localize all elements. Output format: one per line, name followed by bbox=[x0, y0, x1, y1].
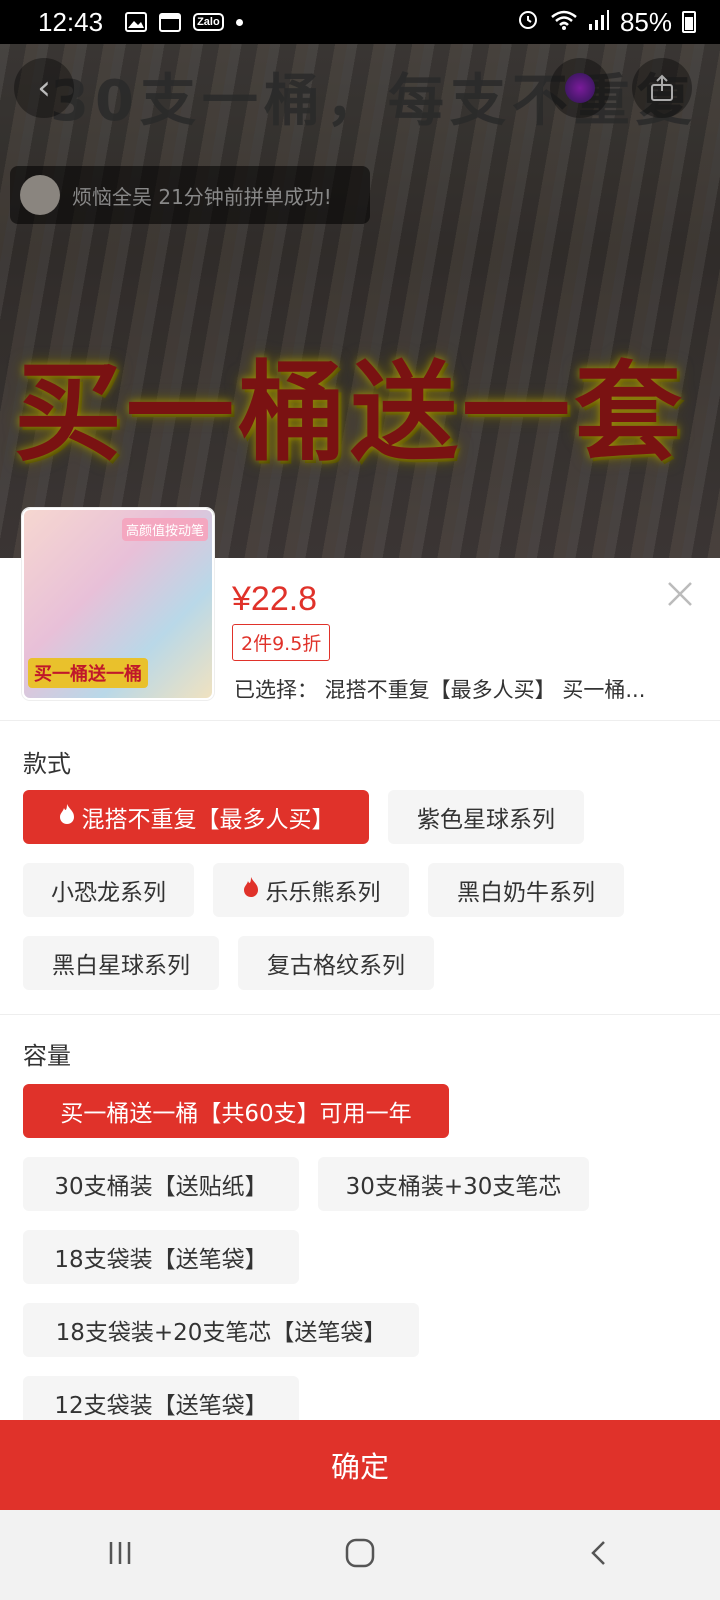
style-option-mixed[interactable]: 混搭不重复【最多人买】 bbox=[23, 790, 369, 844]
share-button[interactable] bbox=[632, 58, 692, 118]
style-option-purple-planet[interactable]: 紫色星球系列 bbox=[388, 790, 584, 844]
capacity-option-30-bucket-refill[interactable]: 30支桶装+30支笔芯 bbox=[318, 1157, 589, 1211]
option-label: 黑白星球系列 bbox=[52, 953, 190, 979]
thumbnail-tag: 高颜值按动笔 bbox=[121, 518, 208, 541]
alarm-icon bbox=[516, 7, 540, 38]
divider bbox=[0, 720, 720, 721]
close-button[interactable] bbox=[660, 576, 700, 616]
home-button[interactable] bbox=[344, 1537, 376, 1573]
option-label: 混搭不重复【最多人买】 bbox=[81, 807, 335, 833]
group-buy-toast: 烦恼全吴 21分钟前拼单成功! bbox=[10, 166, 370, 224]
option-label: 18支袋装+20支笔芯【送笔袋】 bbox=[55, 1320, 387, 1346]
option-label: 复古格纹系列 bbox=[267, 953, 405, 979]
product-price: ¥22.8 bbox=[232, 580, 318, 618]
capacity-option-18-bag-refill[interactable]: 18支袋装+20支笔芯【送笔袋】 bbox=[23, 1303, 419, 1357]
product-image-backdrop: 30支一桶，每支不重复 买一桶送一套 ‹ 烦恼全吴 21分钟前拼单成功! bbox=[0, 44, 720, 558]
selected-summary: 已选择： 混搭不重复【最多人买】 买一桶... bbox=[234, 678, 646, 702]
system-navigation-bar bbox=[0, 1510, 720, 1600]
capacity-option-30-bucket[interactable]: 30支桶装【送贴纸】 bbox=[23, 1157, 299, 1211]
share-icon bbox=[651, 74, 673, 101]
more-notifications-icon bbox=[235, 18, 243, 26]
battery-icon bbox=[682, 11, 696, 33]
flame-icon bbox=[242, 876, 260, 904]
style-option-plaid[interactable]: 复古格纹系列 bbox=[238, 936, 434, 990]
back-nav-button[interactable] bbox=[585, 1538, 615, 1572]
hero-promo-text: 买一桶送一套 bbox=[14, 351, 687, 476]
capacity-option-buy-one-get-one[interactable]: 买一桶送一桶【共60支】可用一年 bbox=[23, 1084, 449, 1138]
style-option-dinosaur[interactable]: 小恐龙系列 bbox=[23, 863, 194, 917]
option-label: 乐乐熊系列 bbox=[265, 880, 381, 906]
recent-apps-icon bbox=[109, 1542, 130, 1564]
option-label: 30支桶装+30支笔芯 bbox=[345, 1174, 562, 1200]
option-label: 买一桶送一桶【共60支】可用一年 bbox=[60, 1101, 412, 1127]
calendar-notification-icon bbox=[159, 12, 182, 32]
gallery-notification-icon bbox=[125, 12, 148, 32]
zalo-notification-icon: Zalo bbox=[193, 13, 224, 31]
option-label: 30支桶装【送贴纸】 bbox=[54, 1174, 268, 1200]
option-label: 紫色星球系列 bbox=[417, 807, 555, 833]
toast-text: 烦恼全吴 21分钟前拼单成功! bbox=[72, 184, 332, 209]
style-option-cow[interactable]: 黑白奶牛系列 bbox=[428, 863, 624, 917]
close-icon bbox=[668, 582, 692, 606]
shop-logo-icon bbox=[565, 73, 595, 103]
chevron-left-icon: ‹ bbox=[37, 68, 51, 108]
capacity-option-18-bag[interactable]: 18支袋装【送笔袋】 bbox=[23, 1230, 299, 1284]
discount-badge: 2件9.5折 bbox=[232, 624, 331, 661]
battery-percent: 85% bbox=[619, 6, 672, 37]
option-label: 黑白奶牛系列 bbox=[457, 880, 595, 906]
confirm-button[interactable]: 确定 bbox=[0, 1420, 720, 1510]
status-bar: 12:43 Zalo 85% bbox=[0, 0, 720, 44]
style-option-bear[interactable]: 乐乐熊系列 bbox=[213, 863, 409, 917]
wifi-icon bbox=[550, 7, 578, 38]
avatar bbox=[20, 175, 60, 215]
back-arrow-icon bbox=[591, 1541, 606, 1565]
product-thumbnail[interactable]: 高颜值按动笔 买一桶送一桶 bbox=[22, 508, 214, 700]
thumbnail-promo: 买一桶送一桶 bbox=[28, 658, 148, 688]
recent-apps-button[interactable] bbox=[105, 1538, 135, 1572]
status-time: 12:43 bbox=[38, 6, 104, 37]
option-label: 18支袋装【送笔袋】 bbox=[54, 1247, 268, 1273]
style-section-title: 款式 bbox=[23, 750, 71, 778]
signal-icon bbox=[588, 7, 610, 38]
capacity-option-12-bag[interactable]: 12支袋装【送笔袋】 bbox=[23, 1376, 299, 1420]
home-icon bbox=[345, 1538, 375, 1568]
capacity-section-title: 容量 bbox=[23, 1042, 71, 1070]
style-option-bw-planet[interactable]: 黑白星球系列 bbox=[23, 936, 219, 990]
shop-avatar-button[interactable] bbox=[550, 58, 610, 118]
option-label: 小恐龙系列 bbox=[51, 880, 166, 906]
divider bbox=[0, 1014, 720, 1015]
option-label: 12支袋装【送笔袋】 bbox=[54, 1393, 268, 1419]
back-button[interactable]: ‹ bbox=[14, 58, 74, 118]
flame-icon bbox=[58, 803, 76, 831]
